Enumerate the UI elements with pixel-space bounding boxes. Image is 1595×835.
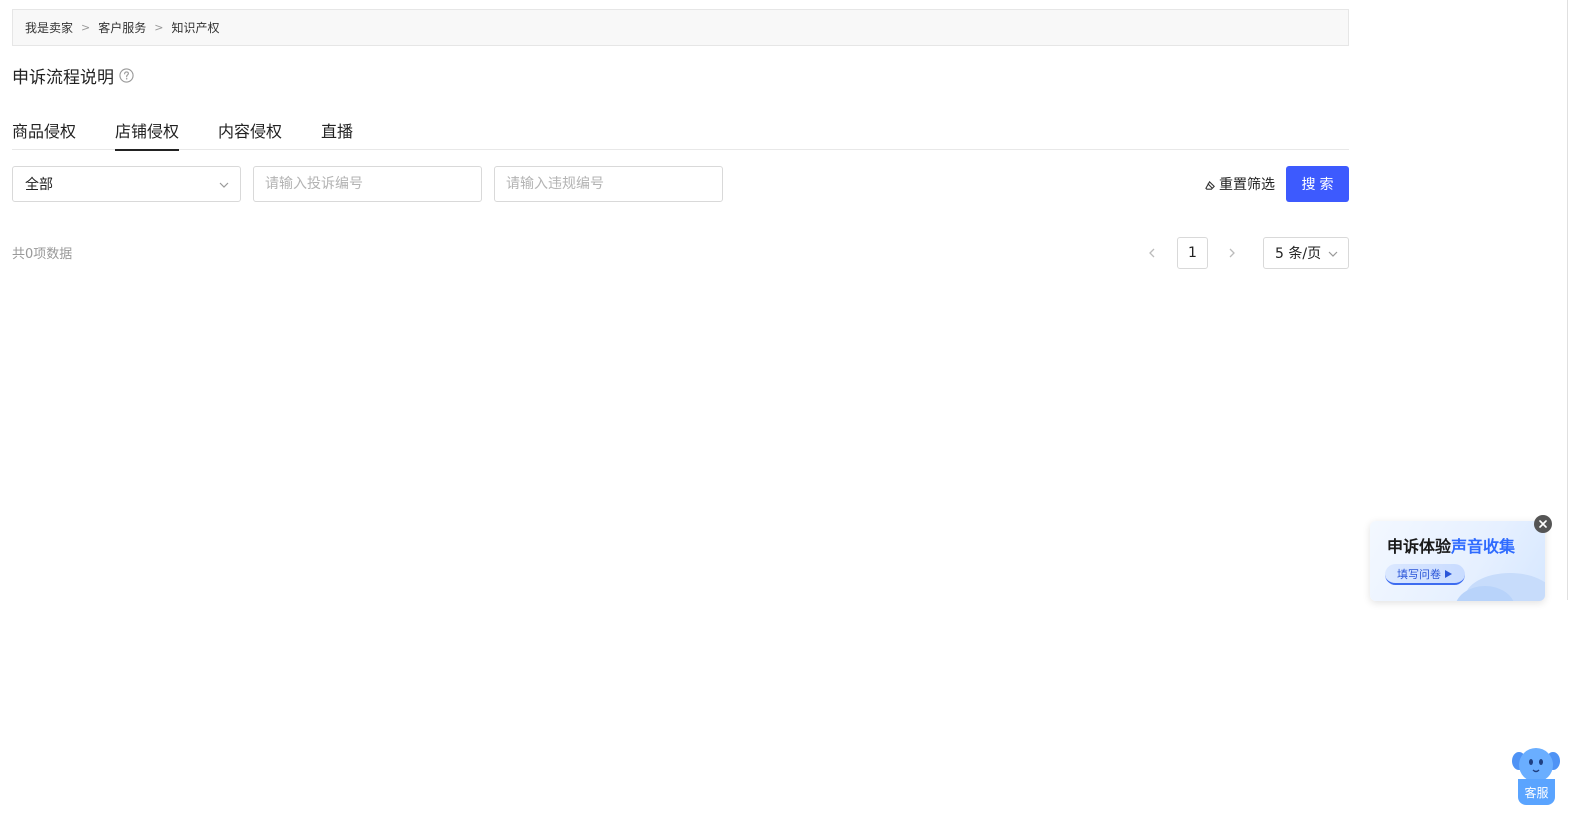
page-size-select[interactable]: 5 条/页 — [1263, 237, 1349, 269]
breadcrumb-separator: > — [81, 21, 91, 34]
chevron-down-icon — [218, 179, 230, 195]
scrollbar[interactable] — [1567, 0, 1568, 600]
reset-filters-label: 重置筛选 — [1219, 177, 1275, 193]
breadcrumb-separator: > — [154, 21, 164, 34]
fill-survey-label: 填写问卷 — [1397, 567, 1441, 581]
tab-store-infringement[interactable]: 店铺侵权 — [115, 108, 180, 151]
play-triangle-icon — [1445, 569, 1452, 578]
violation-number-input[interactable] — [494, 166, 723, 202]
page-title: 申诉流程说明 — [12, 67, 114, 88]
next-page-button[interactable] — [1220, 237, 1244, 269]
tab-live[interactable]: 直播 — [321, 108, 353, 150]
breadcrumb: 我是卖家 > 客户服务 > 知识产权 — [12, 9, 1349, 46]
survey-title-highlight: 声音收集 — [1451, 537, 1516, 556]
page-size-label: 5 条/页 — [1275, 246, 1322, 262]
chevron-left-icon — [1149, 248, 1155, 258]
survey-banner[interactable]: 申诉体验声音收集 填写问卷 — [1370, 521, 1545, 601]
survey-title-prefix: 申诉体验 — [1387, 537, 1452, 556]
type-select[interactable]: 全部 — [12, 166, 241, 202]
customer-service-label: 客服 — [1518, 779, 1555, 805]
complaint-number-input[interactable] — [253, 166, 482, 202]
eraser-icon — [1205, 180, 1215, 190]
search-button[interactable]: 搜索 — [1286, 166, 1349, 202]
breadcrumb-item-customer-service[interactable]: 客户服务 — [98, 19, 146, 36]
filter-bar: 全部 重置筛选 搜索 — [12, 166, 1349, 202]
tab-content-infringement[interactable]: 内容侵权 — [218, 108, 282, 150]
chevron-right-icon — [1229, 248, 1235, 258]
reset-filters-button[interactable]: 重置筛选 — [1205, 166, 1275, 202]
breadcrumb-item-seller[interactable]: 我是卖家 — [25, 19, 73, 36]
customer-service-widget[interactable]: 客服 — [1511, 745, 1561, 807]
fill-survey-button[interactable]: 填写问卷 — [1385, 564, 1465, 585]
chevron-down-icon — [1327, 248, 1339, 264]
total-count: 共0项数据 — [12, 247, 73, 262]
breadcrumb-item-ip: 知识产权 — [171, 21, 220, 35]
question-circle-icon[interactable] — [118, 67, 134, 83]
survey-title: 申诉体验声音收集 — [1387, 533, 1515, 557]
page-number-current[interactable]: 1 — [1177, 237, 1208, 269]
tab-product-infringement[interactable]: 商品侵权 — [12, 108, 76, 150]
close-icon[interactable] — [1534, 515, 1552, 533]
prev-page-button[interactable] — [1140, 237, 1164, 269]
page-title-row: 申诉流程说明 — [12, 63, 134, 88]
pagination: 1 5 条/页 — [1140, 237, 1349, 269]
type-select-value: 全部 — [25, 177, 53, 193]
tab-bar: 商品侵权 店铺侵权 内容侵权 直播 — [12, 108, 1349, 151]
